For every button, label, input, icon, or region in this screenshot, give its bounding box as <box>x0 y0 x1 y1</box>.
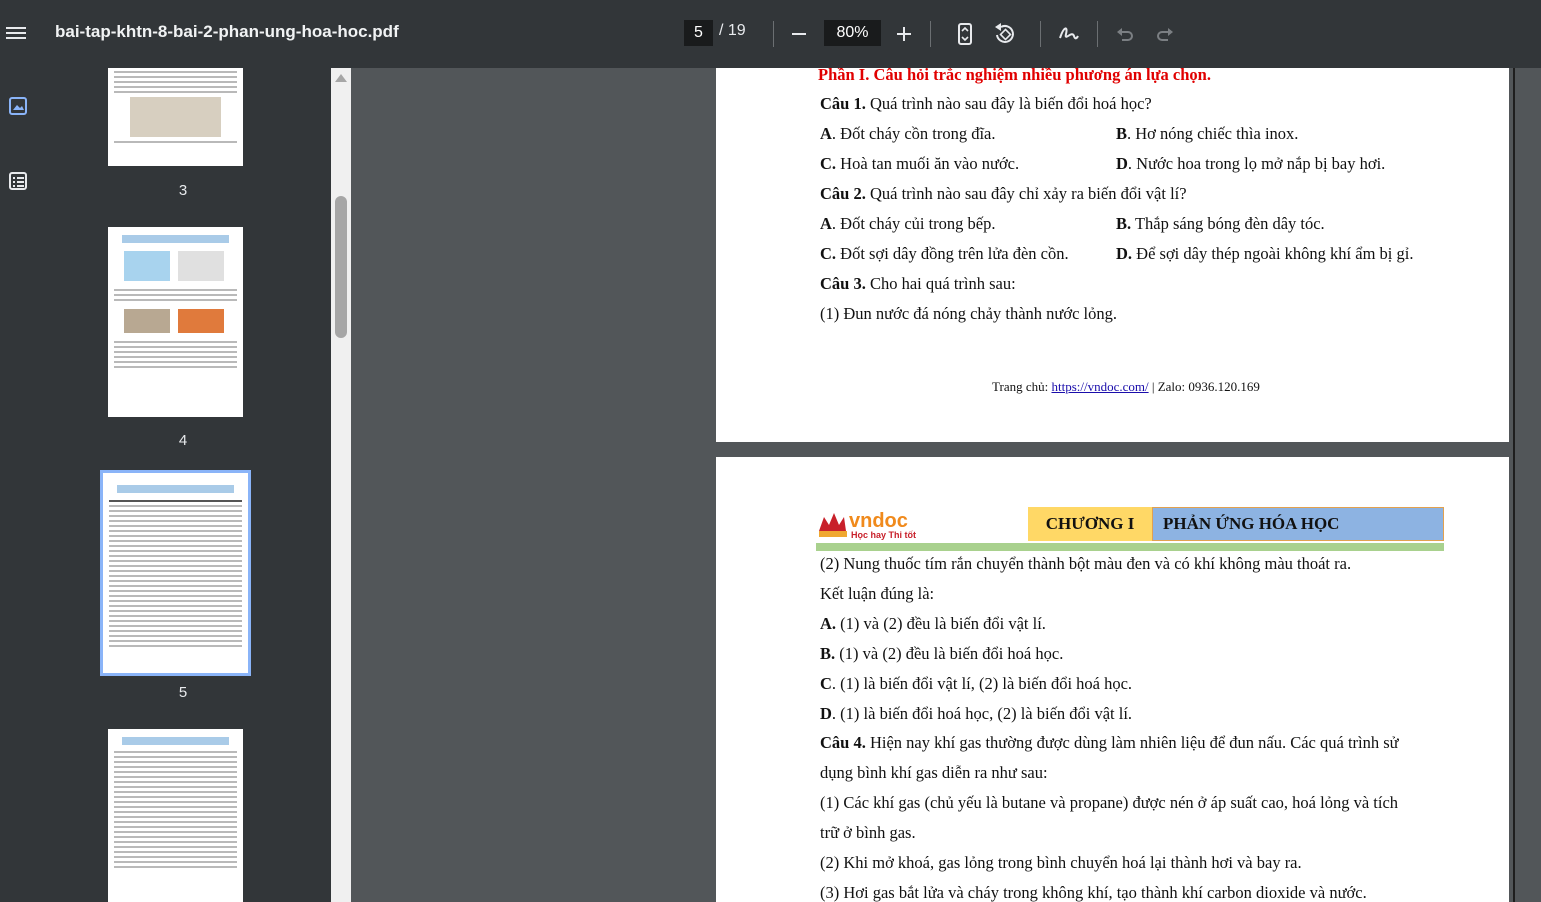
page-footer: Trang chủ: https://vndoc.com/ | Zalo: 09… <box>992 379 1260 394</box>
scroll-up-arrow-icon[interactable] <box>335 74 347 82</box>
question-1-option-d: D. Nước hoa trong lọ mở nắp bị bay hơi. <box>1116 154 1386 173</box>
question-2-option-a: A. Đốt cháy củi trong bếp. <box>820 214 996 233</box>
toolbar-divider <box>1097 21 1098 47</box>
svg-text:Học hay Thi tốt: Học hay Thi tốt <box>851 530 916 540</box>
section-heading: Phần I. Câu hỏi trắc nghiệm nhiều phương… <box>818 68 1211 84</box>
document-title: bai-tap-khtn-8-bai-2-phan-ung-hoa-hoc.pd… <box>55 22 399 41</box>
page-thumbnail-4[interactable] <box>108 227 243 417</box>
fit-page-button[interactable] <box>950 19 980 49</box>
pdf-page-4: Phần I. Câu hỏi trắc nghiệm nhiều phương… <box>716 68 1509 442</box>
zoom-out-button[interactable] <box>784 19 814 49</box>
chapter-header: vndoc Học hay Thi tốt CHƯƠNG I PHẢN ỨNG … <box>816 507 1444 551</box>
toolbar-divider <box>1040 21 1041 47</box>
question-4-continued: dụng bình khí gas diễn ra như sau: <box>820 763 1048 782</box>
thumbnail-scrollbar[interactable] <box>331 68 351 902</box>
viewer-edge <box>1513 68 1515 902</box>
thumbnail-label: 5 <box>178 684 188 701</box>
question-2-option-c: C. Đốt sợi dây đồng trên lửa đèn cồn. <box>820 244 1069 263</box>
annotate-button[interactable] <box>1054 19 1084 49</box>
redo-button[interactable] <box>1150 19 1180 49</box>
thumbnail-panel: 3 4 5 <box>35 68 331 902</box>
question-1-option-c: C. Hoà tan muối ăn vào nước. <box>820 154 1020 173</box>
menu-icon[interactable] <box>6 24 26 42</box>
question-3-option-b: B. (1) và (2) đều là biến đổi hoá học. <box>820 644 1064 663</box>
page-thumbnail-6[interactable] <box>108 729 243 902</box>
pdf-toolbar: bai-tap-khtn-8-bai-2-phan-ung-hoa-hoc.pd… <box>0 0 1541 68</box>
toolbar-divider <box>930 21 931 47</box>
question-3-conclusion: Kết luận đúng là: <box>820 584 935 603</box>
question-1: Câu 1. Quá trình nào sau đây là biến đổi… <box>820 94 1152 113</box>
header-divider <box>816 543 1444 551</box>
document-viewer[interactable]: Phần I. Câu hỏi trắc nghiệm nhiều phương… <box>351 68 1541 902</box>
thumbnail-label: 4 <box>178 432 188 449</box>
undo-icon <box>1117 28 1133 41</box>
question-4-item-3: (3) Hơi gas bắt lửa và cháy trong không … <box>820 883 1367 902</box>
vndoc-logo: vndoc Học hay Thi tốt <box>816 507 916 541</box>
toolbar-divider <box>773 21 774 47</box>
question-2-option-b: B. Thắp sáng bóng đèn dây tóc. <box>1116 214 1325 233</box>
scrollbar-thumb[interactable] <box>335 196 347 338</box>
thumbnail-label: 3 <box>178 182 188 199</box>
page-thumbnail-5-selected[interactable] <box>100 470 251 676</box>
question-2-option-d: D. Để sợi dây thép ngoài không khí ẩm bị… <box>1116 244 1414 263</box>
rotate-button[interactable] <box>990 19 1020 49</box>
footer-link[interactable]: https://vndoc.com/ <box>1051 379 1148 394</box>
question-3-item-2: (2) Nung thuốc tím rắn chuyển thành bột … <box>820 554 1352 573</box>
question-3-option-c: C. (1) là biến đổi vật lí, (2) là biến đ… <box>820 674 1133 693</box>
redo-icon <box>1157 28 1173 41</box>
question-4-item-2: (2) Khi mở khoá, gas lỏng trong bình chu… <box>820 853 1302 872</box>
page-total: / 19 <box>719 22 746 39</box>
question-3-option-a: A. (1) và (2) đều là biến đổi vật lí. <box>820 614 1046 633</box>
plus-icon <box>897 27 911 41</box>
chapter-label: CHƯƠNG I <box>1028 507 1152 541</box>
question-3-item-1: (1) Đun nước đá nóng chảy thành nước lỏn… <box>820 304 1117 323</box>
zoom-level-input[interactable]: 80% <box>824 20 881 46</box>
question-4-item-1-continued: trữ ở bình gas. <box>820 823 916 842</box>
fit-to-page-icon <box>958 23 972 45</box>
rotate-icon <box>995 23 1014 43</box>
thumbnails-view-icon[interactable] <box>8 96 28 116</box>
svg-text:vndoc: vndoc <box>849 510 908 532</box>
question-3-option-d: D. (1) là biến đổi hoá học, (2) là biến … <box>820 704 1133 723</box>
question-1-option-b: B. Hơ nóng chiếc thìa inox. <box>1116 124 1299 143</box>
undo-button[interactable] <box>1110 19 1140 49</box>
draw-icon <box>1059 27 1079 40</box>
question-4: Câu 4. Hiện nay khí gas thường được dùng… <box>820 733 1399 752</box>
question-4-item-1: (1) Các khí gas (chủ yếu là butane và pr… <box>820 793 1399 812</box>
page-thumbnail-3[interactable] <box>108 68 243 166</box>
chapter-title: PHẢN ỨNG HÓA HỌC <box>1152 507 1444 541</box>
question-1-option-a: A. Đốt cháy cồn trong đĩa. <box>820 124 996 143</box>
zoom-in-button[interactable] <box>889 19 919 49</box>
outline-view-icon[interactable] <box>8 171 28 191</box>
page-number-input[interactable]: 5 <box>684 20 713 46</box>
sidebar-rail <box>0 68 35 902</box>
pdf-page-5: vndoc Học hay Thi tốt CHƯƠNG I PHẢN ỨNG … <box>716 457 1509 902</box>
question-2: Câu 2. Quá trình nào sau đây chỉ xảy ra … <box>820 184 1187 203</box>
question-3: Câu 3. Cho hai quá trình sau: <box>820 274 1016 293</box>
minus-icon <box>792 33 806 35</box>
